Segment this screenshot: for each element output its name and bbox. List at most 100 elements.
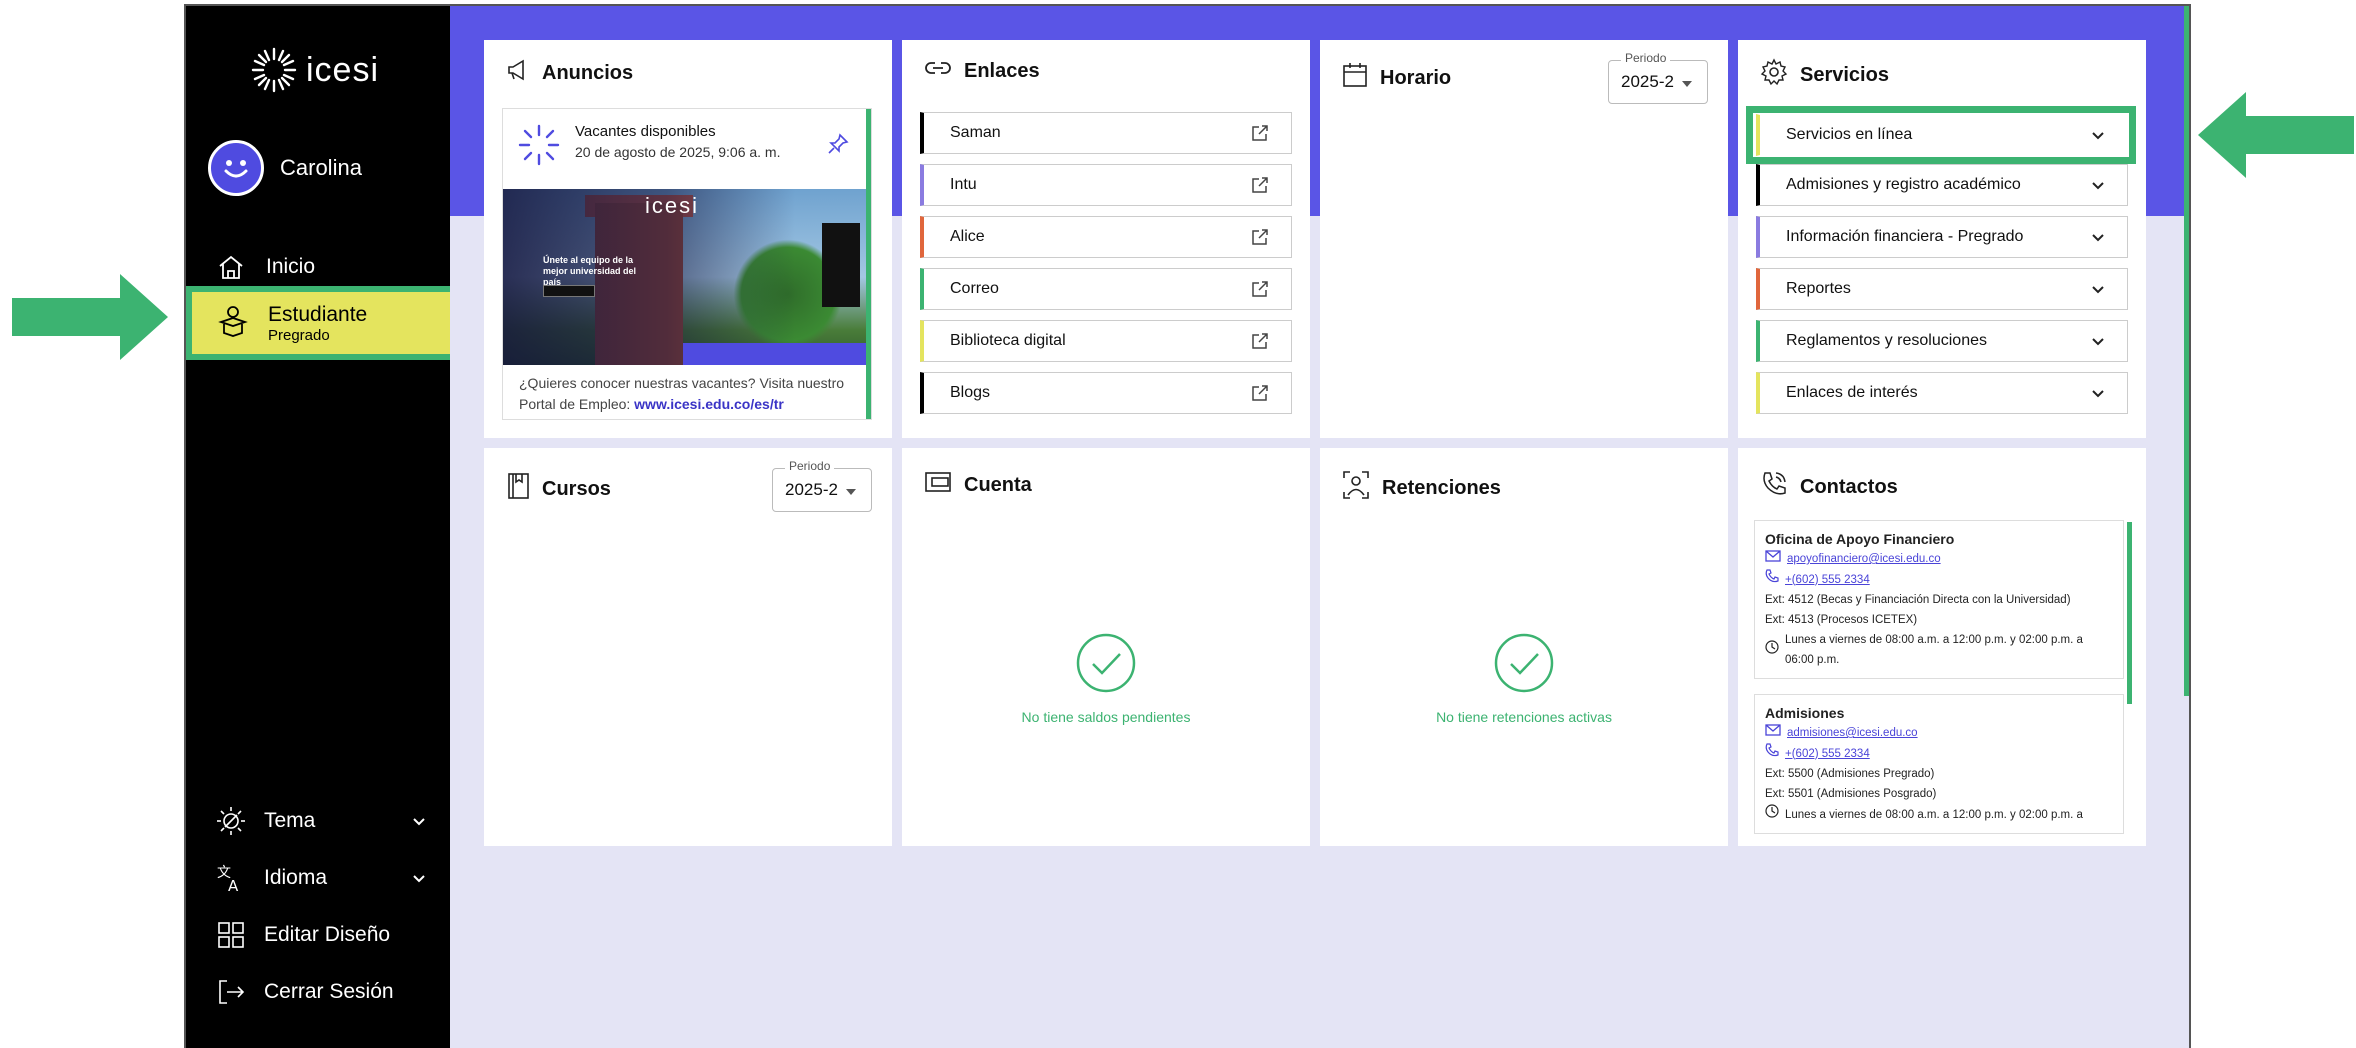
card-title-retenciones: Retenciones bbox=[1342, 470, 1501, 506]
chevron-down-icon bbox=[2091, 128, 2105, 146]
cuenta-status-text: No tiene saldos pendientes bbox=[1021, 709, 1191, 725]
clock-icon bbox=[1765, 639, 1779, 661]
logout-icon bbox=[216, 978, 246, 1006]
app-window: icesi Carolina Inicio Estudiante Pregrad… bbox=[184, 4, 2191, 1048]
service-admisiones[interactable]: Admisiones y registro académico bbox=[1756, 164, 2128, 206]
image-headline: Únete al equipo de la mejor universidad … bbox=[543, 255, 637, 287]
external-link-icon bbox=[1251, 124, 1269, 147]
icesi-logo[interactable]: icesi bbox=[250, 46, 379, 94]
annotation-arrow-right bbox=[2198, 92, 2354, 178]
announcement-link[interactable]: www.icesi.edu.co/es/tr bbox=[634, 396, 784, 412]
chevron-down-icon bbox=[412, 809, 426, 833]
card-cuenta: Cuenta No tiene saldos pendientes bbox=[902, 448, 1310, 846]
link-blogs[interactable]: Blogs bbox=[920, 372, 1292, 414]
phone-small-icon bbox=[1765, 569, 1779, 590]
nav-label-inicio: Inicio bbox=[266, 255, 316, 278]
menu-item-editar-diseno[interactable]: Editar Diseño bbox=[216, 906, 426, 963]
caret-down-icon bbox=[1681, 72, 1692, 92]
contact-email[interactable]: apoyofinanciero@icesi.edu.co bbox=[1765, 549, 2113, 569]
card-title-horario: Horario bbox=[1342, 62, 1451, 94]
icesi-logo-icon bbox=[518, 124, 560, 166]
avatar bbox=[208, 140, 264, 196]
period-select-horario[interactable]: Periodo 2025-2 bbox=[1608, 51, 1708, 104]
link-alice[interactable]: Alice bbox=[920, 216, 1292, 258]
chevron-down-icon bbox=[2091, 178, 2105, 196]
link-label: Saman bbox=[950, 124, 1001, 141]
sidebar: icesi Carolina Inicio Estudiante Pregrad… bbox=[186, 6, 456, 1048]
contact-ext: Ext: 4513 (Procesos ICETEX) bbox=[1765, 614, 1918, 626]
link-label: Alice bbox=[950, 228, 985, 245]
chevron-down-icon bbox=[2091, 386, 2105, 404]
card-title-contactos: Contactos bbox=[1760, 470, 1898, 504]
main-nav: Inicio bbox=[216, 244, 315, 290]
announcement-scrollbar[interactable] bbox=[866, 109, 871, 419]
contact-email[interactable]: admisiones@icesi.edu.co bbox=[1765, 723, 2113, 743]
phone-text: +(602) 555 2334 bbox=[1785, 747, 1870, 760]
pin-icon[interactable] bbox=[827, 133, 849, 160]
service-enlaces-de-interes[interactable]: Enlaces de interés bbox=[1756, 372, 2128, 414]
caret-down-icon bbox=[845, 480, 856, 500]
menu-item-idioma[interactable]: 文A Idioma bbox=[216, 849, 426, 906]
contact-name: Oficina de Apoyo Financiero bbox=[1765, 531, 1955, 547]
cuenta-status: No tiene saldos pendientes bbox=[902, 632, 1310, 725]
user-profile[interactable]: Carolina bbox=[208, 140, 362, 196]
gear-icon bbox=[1760, 58, 1788, 92]
svg-text:A: A bbox=[228, 877, 239, 893]
card-title-cursos: Cursos bbox=[506, 472, 611, 506]
card-enlaces: Enlaces Saman Intu Alice Correo Bibliote… bbox=[902, 40, 1310, 438]
service-servicios-en-linea[interactable]: Servicios en línea bbox=[1756, 114, 2128, 156]
link-saman[interactable]: Saman bbox=[920, 112, 1292, 154]
nav-label-estudiante: Estudiante bbox=[268, 302, 368, 326]
announcement-text: ¿Quieres conocer nuestras vacantes? Visi… bbox=[519, 373, 864, 415]
nav-item-inicio[interactable]: Inicio bbox=[216, 244, 315, 290]
service-label: Admisiones y registro académico bbox=[1786, 176, 2021, 193]
check-circle-icon bbox=[1076, 633, 1136, 693]
hours-text: Lunes a viernes de 08:00 a.m. a 12:00 p.… bbox=[1785, 808, 2083, 821]
chevron-down-icon bbox=[2091, 334, 2105, 352]
page-scrollbar[interactable] bbox=[2184, 6, 2189, 696]
period-select-cursos[interactable]: Periodo 2025-2 bbox=[772, 459, 872, 512]
menu-item-tema[interactable]: Tema bbox=[216, 792, 426, 849]
card-title-servicios: Servicios bbox=[1760, 58, 1889, 92]
person-frame-icon bbox=[1342, 470, 1370, 506]
link-label: Blogs bbox=[950, 384, 991, 401]
wallet-icon bbox=[924, 470, 952, 500]
contact-phone[interactable]: +(602) 555 2334 bbox=[1765, 569, 2113, 590]
menu-label-tema: Tema bbox=[264, 808, 316, 832]
link-biblioteca-digital[interactable]: Biblioteca digital bbox=[920, 320, 1292, 362]
announcement-item[interactable]: Vacantes disponibles 20 de agosto de 202… bbox=[502, 108, 872, 420]
card-title-enlaces: Enlaces bbox=[924, 58, 1040, 84]
menu-item-cerrar-sesion[interactable]: Cerrar Sesión bbox=[216, 963, 426, 1020]
nav-item-estudiante[interactable]: Estudiante Pregrado bbox=[186, 286, 456, 360]
contacts-scrollbar[interactable] bbox=[2127, 522, 2132, 704]
contact-ext: Ext: 5500 (Admisiones Pregrado) bbox=[1765, 768, 1935, 780]
announcement-image[interactable]: icesi Únete al equipo de la mejor univer… bbox=[503, 189, 868, 365]
service-informacion-financiera[interactable]: Información financiera - Pregrado bbox=[1756, 216, 2128, 258]
phone-small-icon bbox=[1765, 743, 1779, 764]
card-cursos: Cursos Periodo 2025-2 bbox=[484, 448, 892, 846]
card-contactos: Contactos Oficina de Apoyo Financiero ap… bbox=[1738, 448, 2146, 846]
link-correo[interactable]: Correo bbox=[920, 268, 1292, 310]
contact-phone[interactable]: +(602) 555 2334 bbox=[1765, 743, 2113, 764]
image-button bbox=[543, 285, 595, 297]
card-servicios: Servicios Servicios en línea Admisiones … bbox=[1738, 40, 2146, 438]
link-intu[interactable]: Intu bbox=[920, 164, 1292, 206]
calendar-icon bbox=[1342, 62, 1368, 94]
service-reportes[interactable]: Reportes bbox=[1756, 268, 2128, 310]
service-label: Reglamentos y resoluciones bbox=[1786, 332, 1987, 349]
contact-item: Oficina de Apoyo Financiero apoyofinanci… bbox=[1754, 520, 2124, 679]
retenciones-status-text: No tiene retenciones activas bbox=[1436, 709, 1612, 725]
bottom-nav: Tema 文A Idioma Editar Diseño Cerrar Sesi… bbox=[216, 792, 426, 1020]
contact-ext: Ext: 5501 (Admisiones Posgrado) bbox=[1765, 788, 1937, 800]
card-retenciones: Retenciones No tiene retenciones activas bbox=[1320, 448, 1728, 846]
logo-text: icesi bbox=[306, 50, 380, 89]
service-label: Información financiera - Pregrado bbox=[1786, 228, 2024, 245]
phone-icon bbox=[1760, 470, 1788, 504]
service-label: Enlaces de interés bbox=[1786, 384, 1918, 401]
retenciones-status: No tiene retenciones activas bbox=[1320, 632, 1728, 725]
check-circle-icon bbox=[1494, 633, 1554, 693]
menu-label-idioma: Idioma bbox=[264, 865, 328, 889]
chevron-down-icon bbox=[412, 866, 426, 890]
service-reglamentos[interactable]: Reglamentos y resoluciones bbox=[1756, 320, 2128, 362]
phone-text: +(602) 555 2334 bbox=[1785, 573, 1870, 586]
